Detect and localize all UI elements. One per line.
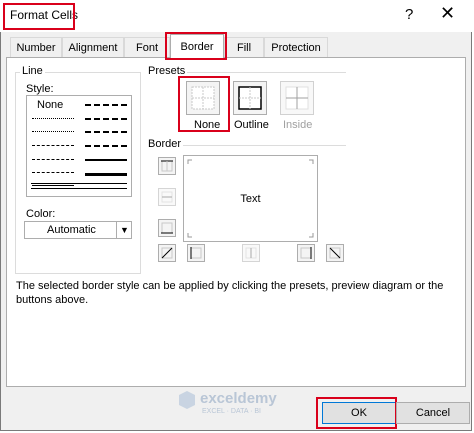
preset-outline-button[interactable]	[233, 81, 267, 115]
border-bottom-button[interactable]	[158, 219, 176, 237]
tab-fill[interactable]: Fill	[224, 37, 264, 57]
line-style-double[interactable]	[31, 183, 127, 189]
help-icon[interactable]: ?	[405, 6, 413, 23]
line-style-slanted-dash-dot[interactable]	[85, 118, 127, 120]
watermark-icon	[179, 391, 195, 409]
preset-none-highlight-box	[178, 76, 230, 132]
style-label: Style:	[26, 83, 54, 95]
line-style-medium-dash-dot[interactable]	[85, 131, 127, 133]
tab-font[interactable]: Font	[124, 37, 170, 57]
line-style-list[interactable]: None	[26, 95, 132, 197]
cancel-button[interactable]: Cancel	[396, 402, 470, 424]
line-style-thick[interactable]	[85, 173, 127, 176]
border-diagonal-up-button[interactable]	[158, 244, 176, 262]
line-style-medium-dashed[interactable]	[85, 145, 127, 147]
watermark-brand: exceldemy	[200, 390, 277, 407]
preset-outline-label: Outline	[234, 119, 269, 131]
border-right-button[interactable]	[297, 244, 315, 262]
line-style-dashed[interactable]	[32, 172, 74, 173]
dropdown-arrow-icon[interactable]: ▼	[116, 222, 132, 238]
border-group-label: Border	[146, 138, 184, 150]
line-style-dash-dot[interactable]	[32, 159, 74, 160]
color-dropdown-value: Automatic	[47, 224, 96, 236]
close-icon[interactable]: ✕	[440, 3, 455, 24]
border-inside-horizontal-button[interactable]	[158, 188, 176, 206]
line-group-label: Line	[20, 65, 45, 77]
line-style-medium-dash-dot-dot[interactable]	[85, 104, 127, 106]
title-highlight-box	[3, 3, 75, 30]
tab-protection[interactable]: Protection	[264, 37, 328, 57]
border-diagonal-down-button[interactable]	[326, 244, 344, 262]
line-style-medium[interactable]	[85, 159, 127, 161]
border-preview-area[interactable]: Text	[183, 155, 318, 242]
border-left-button[interactable]	[187, 244, 205, 262]
border-top-button[interactable]	[158, 157, 176, 175]
line-style-dotted[interactable]	[32, 131, 74, 132]
color-dropdown[interactable]: Automatic ▼	[24, 221, 132, 239]
tab-number[interactable]: Number	[10, 37, 62, 57]
border-tab-highlight-box	[165, 32, 227, 60]
ok-button-highlight-box	[316, 397, 397, 429]
line-style-none[interactable]: None	[37, 99, 63, 111]
tab-alignment[interactable]: Alignment	[62, 37, 124, 57]
line-style-dash-dot-dot[interactable]	[32, 145, 74, 146]
preset-inside-icon	[285, 86, 309, 110]
description-text: The selected border style can be applied…	[16, 280, 444, 306]
border-inside-vertical-button[interactable]	[242, 244, 260, 262]
line-style-hair[interactable]	[32, 118, 74, 119]
preview-text: Text	[240, 193, 261, 205]
preset-inside-button[interactable]	[280, 81, 314, 115]
color-label: Color:	[26, 208, 56, 220]
watermark-tagline: EXCEL · DATA · BI	[202, 408, 261, 415]
preset-inside-label: Inside	[283, 119, 313, 131]
preset-outline-icon	[238, 86, 262, 110]
diagonal-icon	[161, 247, 173, 259]
